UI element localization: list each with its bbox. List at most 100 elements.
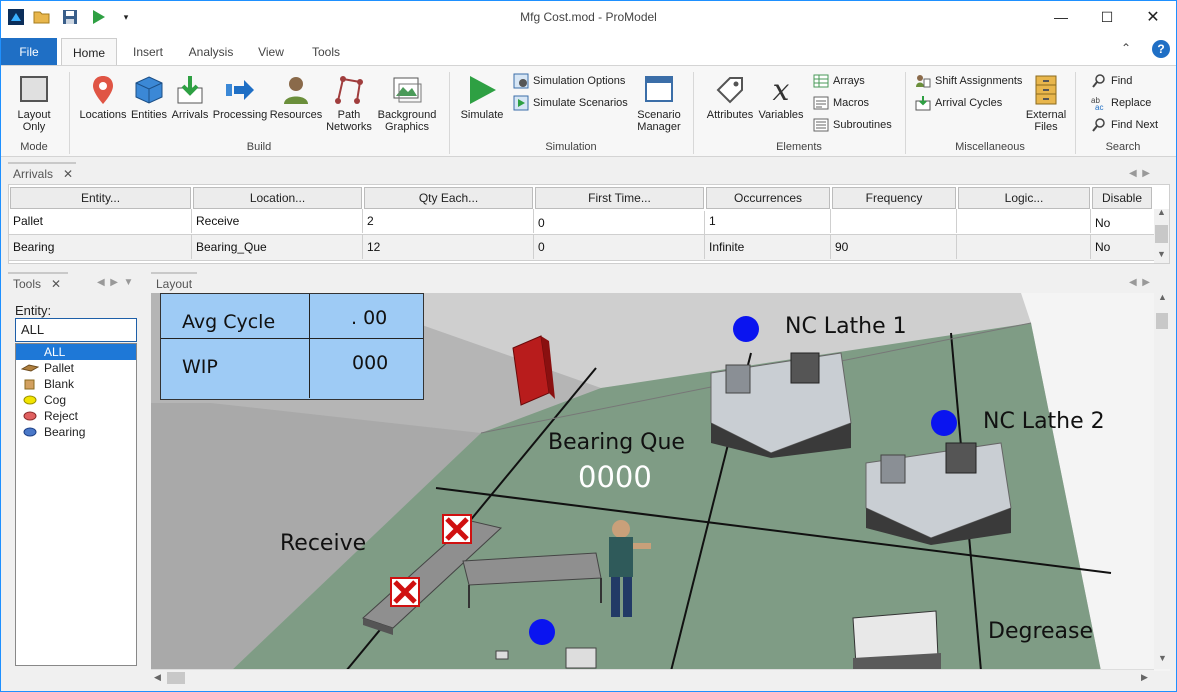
wip-value: 000 [352,352,389,374]
find-next-button[interactable]: Find Next [1091,116,1158,134]
group-label-search: Search [1105,141,1141,153]
tab-arrivals-label: Arrivals [13,167,54,181]
layout-canvas[interactable]: Avg Cycle . 00 WIP 000 NC Lathe 1 NC Lat… [151,293,1170,671]
table-cell[interactable]: 90 [831,235,957,259]
column-header-entity[interactable]: Entity... [10,187,191,209]
tab-file[interactable]: File [1,38,57,66]
attributes-button[interactable]: Attributes [703,74,757,121]
table-scrollbar[interactable]: ▲ ▼ [1154,207,1169,263]
entity-filter-input[interactable]: ALL [15,318,137,342]
scroll-thumb[interactable] [1155,225,1168,243]
list-item[interactable]: Cog [16,392,136,408]
layout-only-button[interactable]: Layout Only [11,74,57,133]
path-network-icon [335,76,363,104]
panel-nav-icon[interactable]: ◀ ▶ [1129,168,1150,179]
layout-vertical-scrollbar[interactable]: ▲ ▼ [1154,292,1170,669]
column-header-frequency[interactable]: Frequency [832,187,956,209]
scroll-down-icon[interactable]: ▼ [1157,249,1166,259]
tab-tools[interactable]: Tools [303,38,349,66]
layout-horizontal-scrollbar[interactable]: ◀ ▶ [151,669,1154,686]
path-networks-button[interactable]: Path Networks [323,74,375,133]
resources-button[interactable]: Resources [269,74,323,121]
list-item[interactable]: Reject [16,408,136,424]
cog-icon [20,394,40,406]
scroll-thumb[interactable] [167,672,185,684]
tab-insert[interactable]: Insert [125,38,171,66]
tab-tools-panel[interactable]: Tools ✕ [8,272,68,294]
table-cell[interactable]: Infinite [705,235,831,259]
locations-button[interactable]: Locations [77,74,129,121]
entities-button[interactable]: Entities [129,74,169,121]
tab-layout[interactable]: Layout [151,272,197,294]
simulate-play-icon [470,76,496,104]
arrival-cycles-button[interactable]: Arrival Cycles [915,94,1002,112]
table-cell[interactable]: No [1091,235,1153,259]
shift-assignments-icon [916,75,931,88]
lathe-1-screen [790,352,820,384]
simulation-options-button[interactable]: Simulation Options [513,72,625,90]
panel-nav-icon[interactable]: ◀ ▶ ▼ [97,277,133,288]
lathe-2-screen [945,442,977,474]
column-header-qty-each[interactable]: Qty Each... [364,187,533,209]
tab-view[interactable]: View [251,38,291,66]
table-cell[interactable]: Receive [192,209,363,233]
tab-arrivals[interactable]: Arrivals ✕ [8,162,76,184]
column-header-first-time[interactable]: First Time... [535,187,704,209]
scroll-thumb[interactable] [1156,313,1168,329]
list-item[interactable]: Blank [16,376,136,392]
help-icon[interactable]: ? [1152,40,1170,58]
table-cell[interactable]: Bearing_Que [192,235,363,259]
table-cell[interactable] [957,209,1091,233]
group-separator [905,72,906,154]
entity-list[interactable]: ALL Pallet Blank Cog Reject Bearing [15,343,137,666]
table-cell[interactable]: 0 [534,211,705,235]
tab-home[interactable]: Home [61,38,117,66]
table-cell[interactable]: No [1091,211,1153,235]
column-header-logic[interactable]: Logic... [958,187,1090,209]
column-header-location[interactable]: Location... [193,187,362,209]
scroll-right-icon[interactable]: ▶ [1141,672,1148,683]
table-row[interactable]: Pallet Receive 2 0 1 No [9,209,1155,235]
table-cell[interactable] [831,209,957,233]
list-item[interactable]: Pallet [16,360,136,376]
scroll-up-icon[interactable]: ▲ [1158,292,1167,302]
subroutines-button[interactable]: Subroutines [813,116,892,134]
minimize-button[interactable]: — [1038,1,1084,33]
replace-button[interactable]: ab ac Replace [1091,94,1151,112]
column-header-occurrences[interactable]: Occurrences [706,187,830,209]
table-cell[interactable]: 2 [363,209,534,233]
scenario-manager-button[interactable]: Scenario Manager [631,74,687,133]
collapse-ribbon-icon[interactable]: ⌃ [1121,41,1131,55]
table-cell[interactable]: Pallet [9,209,192,233]
external-files-button[interactable]: External Files [1021,74,1071,133]
arrays-button[interactable]: Arrays [813,72,865,90]
panel-nav-icon[interactable]: ◀ ▶ [1129,277,1150,288]
close-icon[interactable]: ✕ [51,277,61,291]
close-button[interactable]: ✕ [1130,1,1176,33]
table-cell[interactable]: 0 [534,235,705,259]
scroll-down-icon[interactable]: ▼ [1158,653,1167,663]
close-icon[interactable]: ✕ [63,167,73,181]
shift-assignments-button[interactable]: Shift Assignments [915,72,1022,90]
arrivals-button[interactable]: Arrivals [169,74,211,121]
column-header-disable[interactable]: Disable [1092,187,1152,209]
find-button[interactable]: Find [1091,72,1132,90]
list-item[interactable]: Bearing [16,424,136,440]
tab-analysis[interactable]: Analysis [181,38,241,66]
table-row[interactable]: Bearing Bearing_Que 12 0 Infinite 90 No [9,235,1155,261]
maximize-button[interactable]: ☐ [1084,1,1130,33]
variables-button[interactable]: x Variables [757,74,805,121]
table-cell[interactable]: 12 [363,235,534,259]
simulate-scenarios-button[interactable]: Simulate Scenarios [513,94,628,112]
table-cell[interactable]: Bearing [9,235,192,259]
reject-marker-icon [390,577,420,607]
scroll-up-icon[interactable]: ▲ [1157,207,1166,217]
processing-button[interactable]: Processing [211,74,269,121]
background-graphics-button[interactable]: Background Graphics [375,74,439,133]
list-item[interactable]: ALL [16,344,136,360]
simulate-button[interactable]: Simulate [457,74,507,121]
scroll-left-icon[interactable]: ◀ [154,672,161,683]
table-cell[interactable] [957,235,1091,259]
table-cell[interactable]: 1 [705,209,831,233]
macros-button[interactable]: Macros [813,94,869,112]
